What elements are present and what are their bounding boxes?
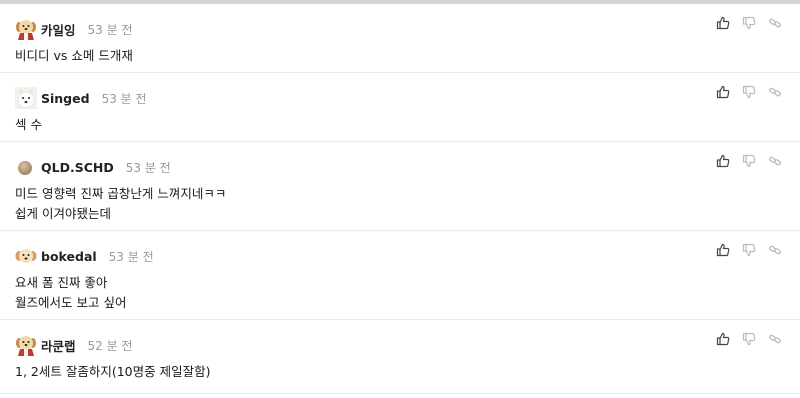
comment-meta: QLD.SCHD 53 분 전 xyxy=(15,154,800,180)
comment-body: 미드 영향력 진짜 곱창난게 느껴지네ㅋㅋ 쉽게 이겨야됐는데 xyxy=(15,184,800,224)
link-icon[interactable] xyxy=(768,332,782,346)
comment-actions xyxy=(716,332,782,346)
timestamp: 53 분 전 xyxy=(101,91,147,106)
comment-actions xyxy=(716,16,782,30)
comment-body: 요새 폼 진짜 좋아 월즈에서도 보고 싶어 xyxy=(15,273,800,313)
thumbs-up-icon[interactable] xyxy=(716,154,730,168)
comment-item: 카일잉 53 분 전 비디디 vs 쇼메 드개재 xyxy=(0,4,800,73)
link-icon[interactable] xyxy=(768,243,782,257)
puppy-santa-icon[interactable] xyxy=(15,334,37,356)
thumbs-up-icon[interactable] xyxy=(716,85,730,99)
comment-line: 비디디 vs 쇼메 드개재 xyxy=(15,48,133,63)
thumbs-up-icon[interactable] xyxy=(716,16,730,30)
comment-item: bokedal 53 분 전 요새 폼 진짜 좋아 월즈에서도 보고 싶어 xyxy=(0,231,800,320)
timestamp: 53 분 전 xyxy=(87,22,133,37)
thumbs-up-icon[interactable] xyxy=(716,332,730,346)
comment-list: 카일잉 53 분 전 비디디 vs 쇼메 드개재 Singed 53 분 전 섹… xyxy=(0,4,800,394)
comment-meta: bokedal 53 분 전 xyxy=(15,243,800,269)
thumbs-down-icon[interactable] xyxy=(742,16,756,30)
comment-body: 섹 수 xyxy=(15,115,800,135)
comment-line: 섹 수 xyxy=(15,117,42,132)
comment-item: Singed 53 분 전 섹 수 xyxy=(0,73,800,142)
link-icon[interactable] xyxy=(768,154,782,168)
comment-actions xyxy=(716,85,782,99)
comment-line: 월즈에서도 보고 싶어 xyxy=(15,295,127,310)
puppy-icon[interactable] xyxy=(15,245,37,267)
comment-line: 쉽게 이겨야됐는데 xyxy=(15,206,111,221)
brown-dot-icon[interactable] xyxy=(15,156,37,178)
comment-item: 라쿤랩 52 분 전 1, 2세트 잘좀하지(10명중 제일잘함) xyxy=(0,320,800,394)
comment-line: 미드 영향력 진짜 곱창난게 느껴지네ㅋㅋ xyxy=(15,186,227,201)
nickname[interactable]: Singed xyxy=(41,91,90,106)
timestamp: 53 분 전 xyxy=(125,160,171,175)
nickname[interactable]: 라쿤랩 xyxy=(41,336,76,355)
white-dog-icon[interactable] xyxy=(15,87,37,109)
nickname[interactable]: 카일잉 xyxy=(41,20,76,39)
nickname[interactable]: QLD.SCHD xyxy=(41,160,114,175)
comment-meta: 라쿤랩 52 분 전 xyxy=(15,332,800,358)
thumbs-down-icon[interactable] xyxy=(742,154,756,168)
link-icon[interactable] xyxy=(768,16,782,30)
comment-line: 1, 2세트 잘좀하지(10명중 제일잘함) xyxy=(15,364,211,379)
thumbs-down-icon[interactable] xyxy=(742,85,756,99)
thumbs-down-icon[interactable] xyxy=(742,332,756,346)
comment-meta: Singed 53 분 전 xyxy=(15,85,800,111)
nickname[interactable]: bokedal xyxy=(41,249,97,264)
comment-body: 비디디 vs 쇼메 드개재 xyxy=(15,46,800,66)
comment-line: 요새 폼 진짜 좋아 xyxy=(15,275,108,290)
comment-meta: 카일잉 53 분 전 xyxy=(15,16,800,42)
comment-body: 1, 2세트 잘좀하지(10명중 제일잘함) xyxy=(15,362,800,382)
comment-actions xyxy=(716,154,782,168)
comment-item: QLD.SCHD 53 분 전 미드 영향력 진짜 곱창난게 느껴지네ㅋㅋ 쉽게… xyxy=(0,142,800,231)
timestamp: 53 분 전 xyxy=(108,249,154,264)
timestamp: 52 분 전 xyxy=(87,338,133,353)
link-icon[interactable] xyxy=(768,85,782,99)
thumbs-down-icon[interactable] xyxy=(742,243,756,257)
puppy-santa-icon[interactable] xyxy=(15,18,37,40)
thumbs-up-icon[interactable] xyxy=(716,243,730,257)
comment-actions xyxy=(716,243,782,257)
